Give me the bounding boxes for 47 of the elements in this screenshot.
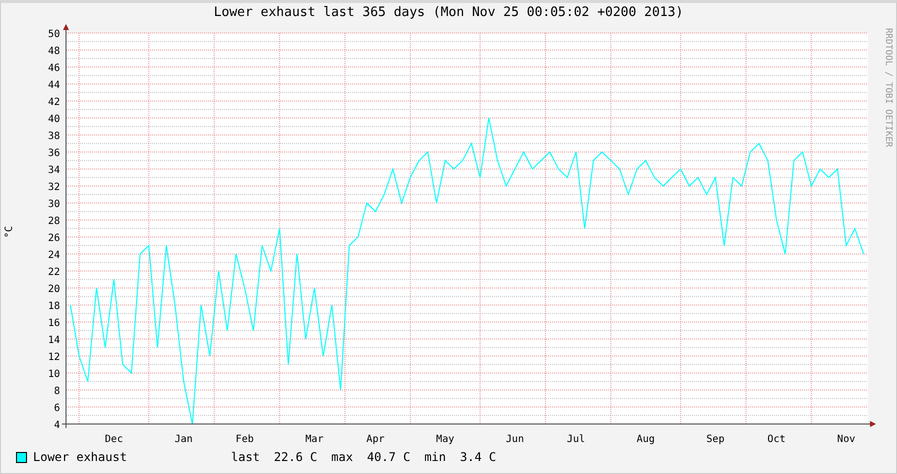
- legend-label: Lower exhaust: [33, 450, 128, 464]
- y-tick-label: 16: [48, 318, 60, 329]
- x-tick-label: Apr: [366, 434, 384, 445]
- x-tick-label: Dec: [104, 434, 123, 445]
- stat-value: 3.4 C: [460, 450, 496, 464]
- y-tick-label: 46: [48, 63, 60, 74]
- stat-value: 40.7 C: [366, 450, 410, 464]
- stat-label: last: [231, 450, 260, 464]
- y-tick-label: 8: [54, 386, 60, 397]
- y-tick-label: 26: [48, 233, 60, 244]
- x-tick-label: Sep: [706, 434, 724, 445]
- credit-text: RRDTOOL / TOBI OETIKER: [883, 28, 893, 148]
- y-tick-label: 14: [48, 335, 60, 346]
- y-tick-label: 22: [48, 267, 60, 278]
- y-tick-label: 38: [48, 131, 60, 142]
- x-tick-label: Jul: [566, 434, 585, 445]
- y-tick-label: 12: [48, 352, 60, 363]
- y-tick-label: 10: [48, 369, 60, 380]
- y-tick-label: 50: [48, 29, 60, 40]
- x-tick-label: Oct: [767, 434, 786, 445]
- y-tick-label: 24: [48, 250, 60, 261]
- stat-label: min: [424, 450, 446, 464]
- y-tick-label: 42: [48, 97, 60, 108]
- y-tick-label: 28: [48, 216, 60, 227]
- legend-swatch: [16, 452, 27, 462]
- stat-value: 22.6 C: [274, 450, 318, 464]
- y-tick-label: 4: [54, 420, 60, 431]
- y-tick-label: 36: [48, 148, 60, 159]
- y-tick-label: 20: [48, 284, 60, 295]
- x-tick-label: Jun: [506, 434, 524, 445]
- chart-title: Lower exhaust last 365 days (Mon Nov 25 00:05:02 +0200 2013): [212, 4, 684, 22]
- x-tick-label: Aug: [636, 434, 655, 445]
- y-tick-label: 32: [48, 182, 60, 193]
- x-tick-label: Nov: [837, 434, 856, 445]
- y-tick-label: 34: [48, 165, 60, 176]
- x-tick-label: Feb: [236, 434, 254, 445]
- y-tick-label: 18: [48, 301, 60, 312]
- stat-label: max: [331, 450, 353, 464]
- y-tick-label: 44: [48, 80, 60, 91]
- y-tick-label: 30: [48, 199, 60, 210]
- x-tick-label: Mar: [305, 434, 324, 445]
- x-tick-label: May: [436, 434, 454, 445]
- y-tick-label: 40: [48, 114, 60, 125]
- x-tick-label: Jan: [174, 434, 193, 445]
- y-tick-label: 6: [54, 403, 60, 414]
- y-axis-label: °C: [4, 226, 15, 238]
- y-tick-label: 48: [48, 46, 60, 57]
